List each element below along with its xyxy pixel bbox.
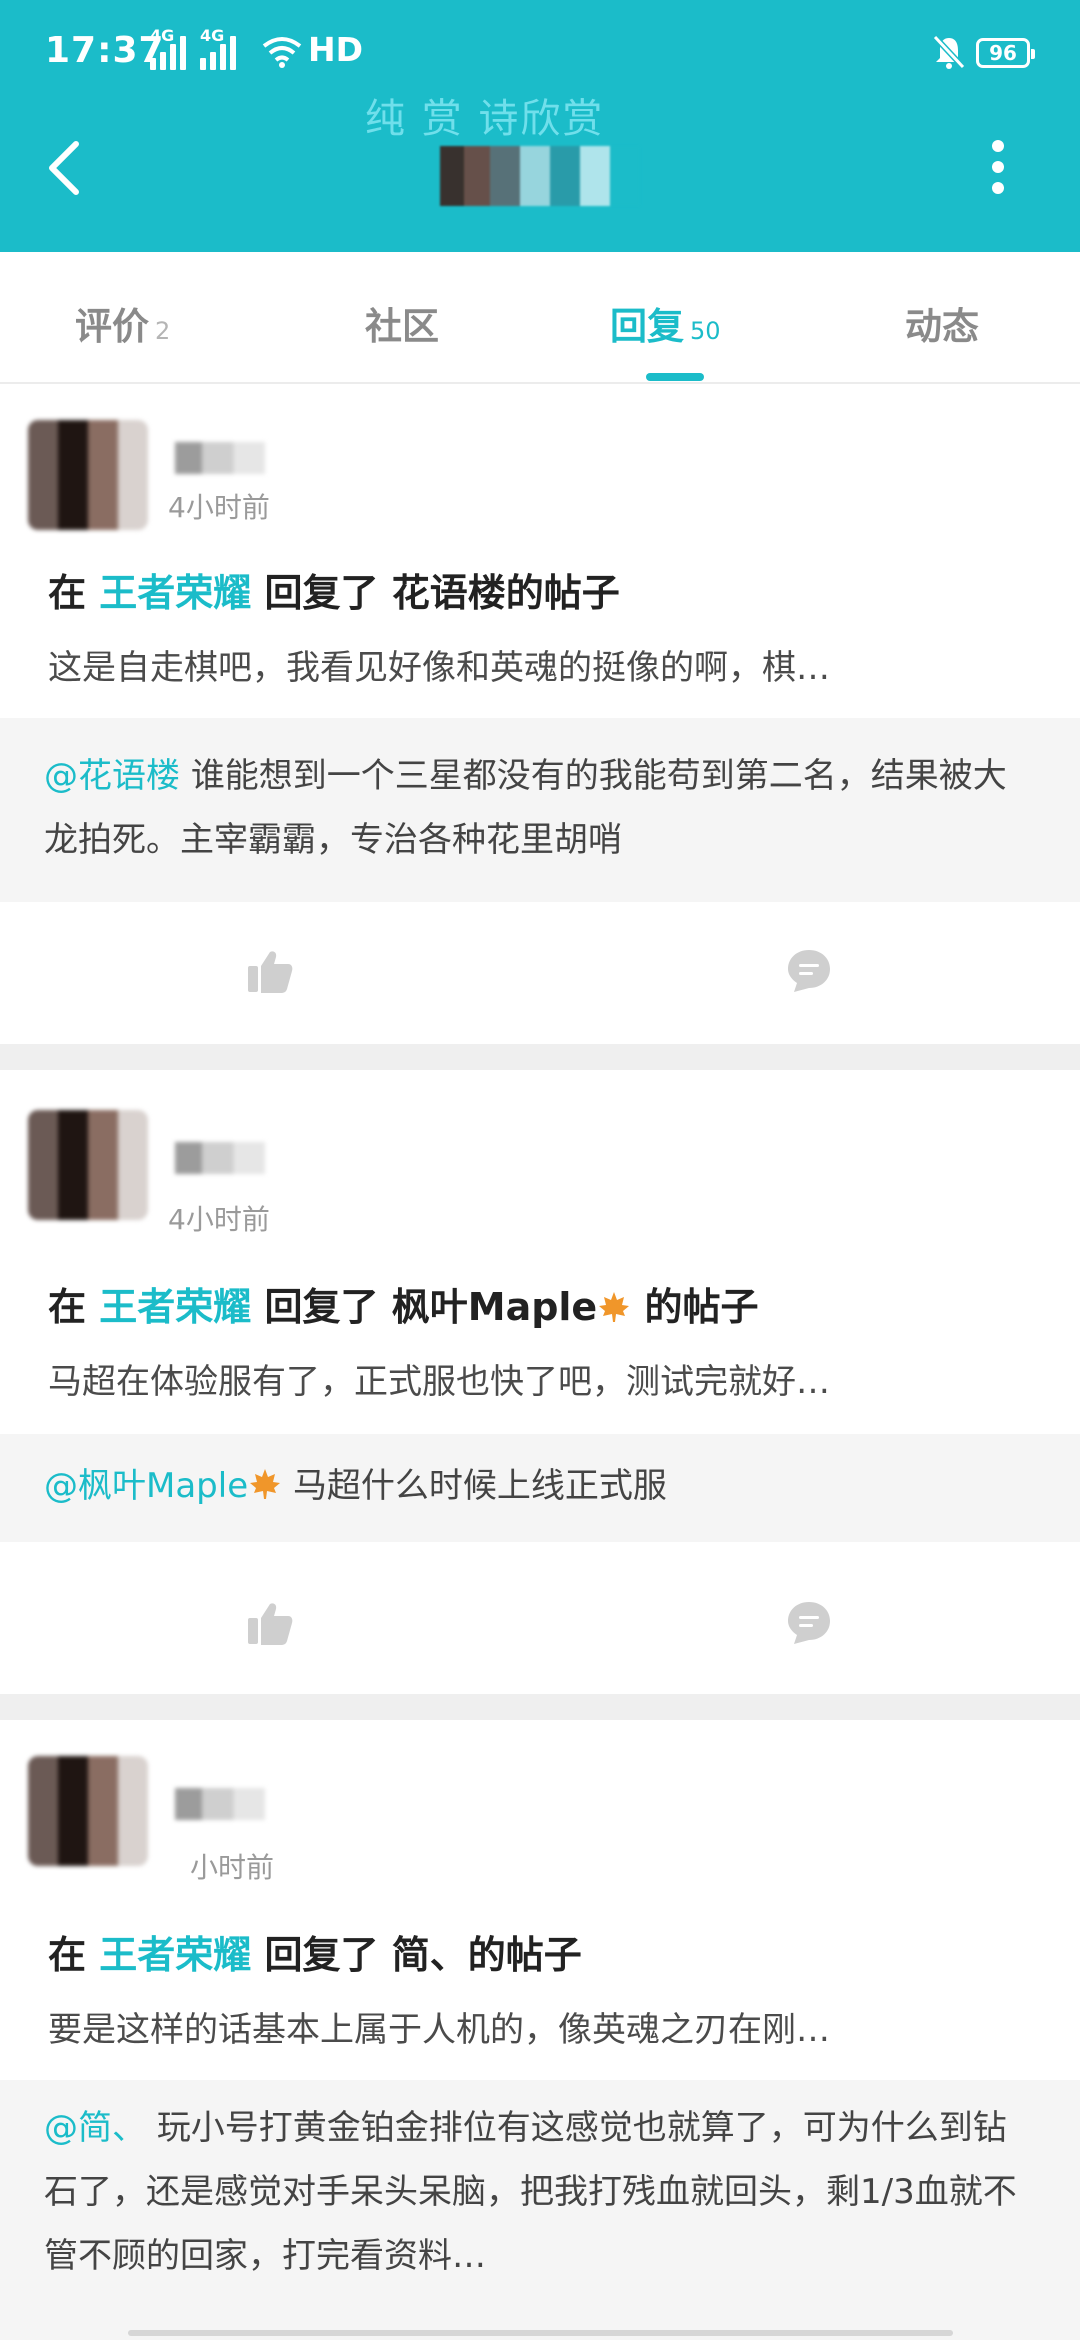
reply-summary: 在 王者荣耀 回复了 简、的帖子	[48, 1924, 582, 1979]
signal-icon-sim2: 4G	[200, 26, 236, 70]
comment-icon[interactable]	[786, 948, 832, 994]
signal-icon-sim1: 4G	[150, 26, 186, 70]
maple-leaf-icon	[250, 1469, 281, 1499]
wifi-icon	[262, 37, 302, 68]
quoted-post[interactable]: @花语楼 谁能想到一个三星都没有的我能苟到第二名，结果被大龙拍死。主宰霸霸，专治…	[0, 718, 1080, 902]
forum-link[interactable]: 王者荣耀	[99, 1285, 251, 1329]
tab-label: 评价	[75, 305, 149, 348]
reply-card[interactable]: 小时前 在 王者荣耀 回复了 简、的帖子 要是这样的话基本上属于人机的，像英魂之…	[0, 1720, 1080, 2340]
summary-suffix: 的帖子	[644, 1285, 759, 1329]
card-separator	[0, 1694, 1080, 1720]
post-actions	[0, 1560, 1080, 1670]
quoted-user[interactable]: @花语楼	[44, 756, 180, 796]
target-user[interactable]: 简、	[392, 1933, 468, 1977]
tab-label: 社区	[365, 305, 439, 348]
active-tab-indicator	[646, 373, 704, 381]
profile-tabs: 评价 2 社区 回复 50 动态	[0, 252, 1080, 384]
summary-suffix: 的帖子	[467, 1933, 582, 1977]
page-title: 纯 赏 诗欣赏	[365, 96, 605, 142]
summary-verb: 回复了	[264, 1285, 379, 1329]
quoted-post[interactable]: @枫叶Maple 马超什么时候上线正式服	[0, 1434, 1080, 1542]
user-name[interactable]	[175, 442, 265, 474]
tab-activity[interactable]: 动态	[905, 296, 979, 350]
reply-excerpt[interactable]: 这是自走棋吧，我看见好像和英魂的挺像的啊，棋…	[48, 640, 1018, 689]
back-arrow-icon[interactable]	[44, 140, 84, 196]
card-separator	[0, 1044, 1080, 1070]
user-avatar[interactable]	[28, 1110, 148, 1220]
quoted-body: 马超什么时候上线正式服	[292, 1466, 667, 1506]
summary-suffix: 的帖子	[505, 571, 620, 615]
profile-avatar[interactable]	[440, 146, 640, 206]
user-name[interactable]	[175, 1788, 265, 1820]
reply-excerpt[interactable]: 要是这样的话基本上属于人机的，像英魂之刃在刚…	[48, 2002, 1018, 2051]
user-avatar[interactable]	[28, 420, 148, 530]
bottom-scroll-indicator	[128, 2330, 953, 2336]
forum-link[interactable]: 王者荣耀	[99, 571, 251, 615]
mute-bell-icon	[932, 34, 966, 70]
summary-prefix: 在	[48, 1285, 87, 1329]
quoted-user[interactable]: @简、	[44, 2108, 146, 2148]
more-options-icon[interactable]	[990, 140, 1006, 200]
hd-label: HD	[308, 30, 364, 69]
summary-verb: 回复了	[264, 571, 379, 615]
user-avatar[interactable]	[28, 1756, 148, 1866]
tab-replies[interactable]: 回复 50	[610, 296, 721, 350]
reply-summary: 在 王者荣耀 回复了 花语楼的帖子	[48, 562, 620, 617]
comment-icon[interactable]	[786, 1600, 832, 1646]
summary-verb: 回复了	[264, 1933, 379, 1977]
status-time: 17:37	[45, 30, 165, 71]
user-name[interactable]	[175, 1142, 265, 1174]
quoted-post[interactable]: @简、 玩小号打黄金铂金排位有这感觉也就算了，可为什么到钻石了，还是感觉对手呆头…	[0, 2080, 1080, 2340]
reply-excerpt[interactable]: 马超在体验服有了，正式服也快了吧，测试完就好…	[48, 1354, 1018, 1403]
tab-label: 动态	[905, 305, 979, 348]
reply-card[interactable]: 4小时前 在 王者荣耀 回复了 枫叶Maple 的帖子 马超在体验服有了，正式服…	[0, 1070, 1080, 1694]
target-user[interactable]: 枫叶Maple	[392, 1285, 597, 1329]
quoted-body: 谁能想到一个三星都没有的我能苟到第二名，结果被大龙拍死。主宰霸霸，专治各种花里胡…	[44, 756, 1007, 860]
tab-community[interactable]: 社区	[365, 296, 439, 350]
post-time: 4小时前	[168, 491, 270, 524]
tab-label: 回复	[610, 305, 684, 348]
sim1-label: 4G	[150, 26, 175, 45]
tab-count: 2	[155, 317, 171, 345]
post-time: 小时前	[190, 1851, 275, 1884]
battery-indicator: 96	[976, 38, 1035, 68]
maple-leaf-icon	[599, 1292, 630, 1322]
tab-count: 50	[690, 317, 721, 345]
quoted-text: @枫叶Maple 马超什么时候上线正式服	[44, 1454, 1040, 1518]
forum-link[interactable]: 王者荣耀	[99, 1933, 251, 1977]
summary-prefix: 在	[48, 571, 87, 615]
quoted-text: @花语楼 谁能想到一个三星都没有的我能苟到第二名，结果被大龙拍死。主宰霸霸，专治…	[44, 744, 1040, 872]
reply-summary: 在 王者荣耀 回复了 枫叶Maple 的帖子	[48, 1276, 758, 1331]
like-icon[interactable]	[246, 1600, 294, 1646]
app-header: 17:37 4G 4G HD 96 纯 赏 诗欣赏	[0, 0, 1080, 252]
quoted-body: 玩小号打黄金铂金排位有这感觉也就算了，可为什么到钻石了，还是感觉对手呆头呆脑，把…	[44, 2108, 1017, 2276]
sim2-label: 4G	[200, 26, 225, 45]
target-user[interactable]: 花语楼	[392, 571, 506, 615]
like-icon[interactable]	[246, 948, 294, 994]
tab-reviews[interactable]: 评价 2	[75, 296, 170, 350]
quoted-text: @简、 玩小号打黄金铂金排位有这感觉也就算了，可为什么到钻石了，还是感觉对手呆头…	[44, 2096, 1040, 2288]
post-time: 4小时前	[168, 1203, 270, 1236]
quoted-user[interactable]: @枫叶Maple	[44, 1466, 248, 1506]
post-actions	[0, 916, 1080, 1026]
reply-card[interactable]: 4小时前 在 王者荣耀 回复了 花语楼的帖子 这是自走棋吧，我看见好像和英魂的挺…	[0, 384, 1080, 1044]
summary-prefix: 在	[48, 1933, 87, 1977]
